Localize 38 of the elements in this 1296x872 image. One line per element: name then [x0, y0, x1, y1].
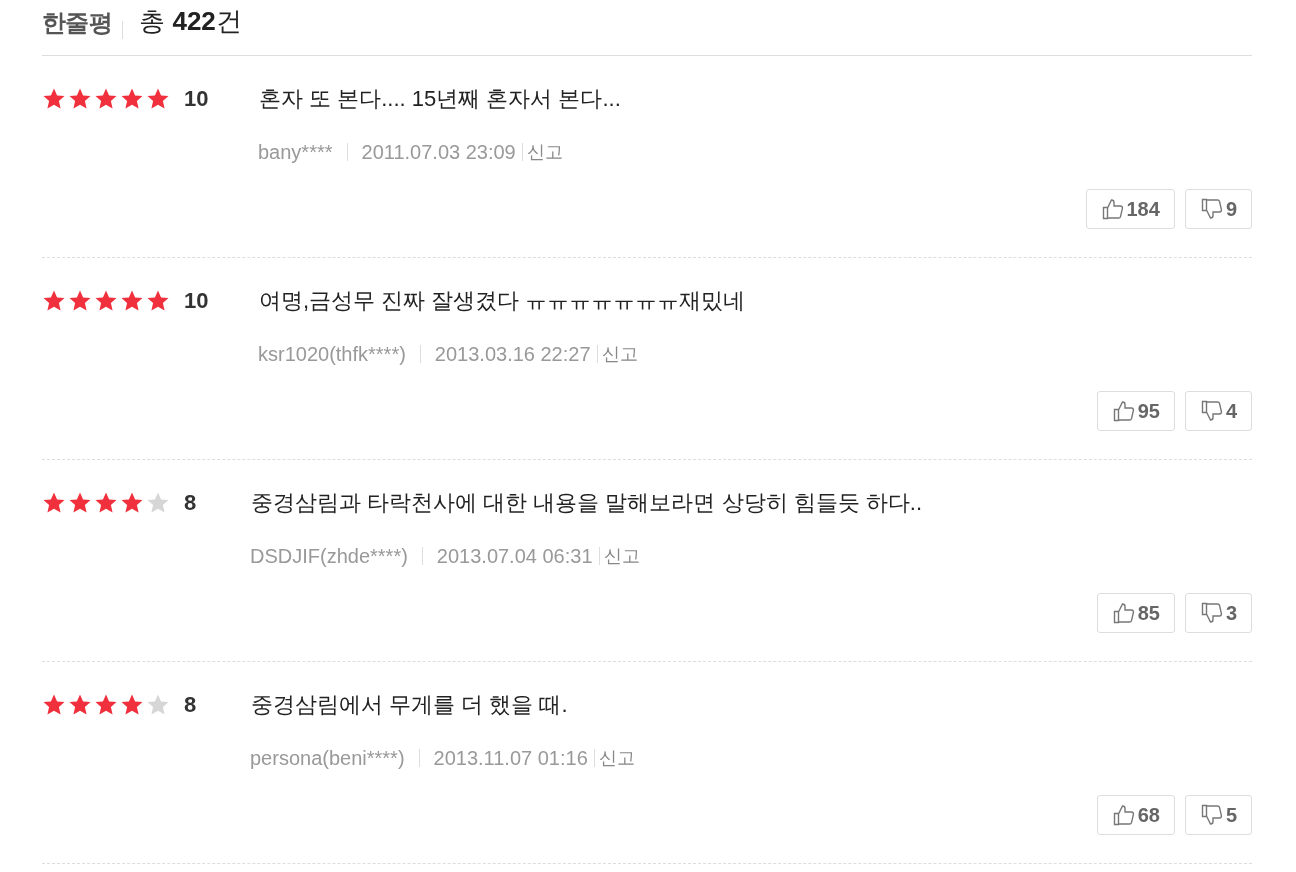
score: 8: [184, 691, 198, 719]
thumbs-up-icon: [1100, 197, 1125, 221]
thumbs-up-icon: [1111, 399, 1136, 423]
thumbs-up-icon: [1111, 601, 1136, 625]
report-link[interactable]: 신고: [598, 744, 635, 772]
report-link[interactable]: 신고: [601, 340, 638, 368]
like-button[interactable]: 85: [1096, 593, 1175, 633]
author-name: bany****: [258, 140, 333, 165]
thumbs-up-icon: [1111, 803, 1136, 827]
review-text: 혼자 또 본다.... 15년째 혼자서 본다...: [259, 85, 621, 113]
section-title: 한줄평: [42, 8, 113, 38]
review-date: 2011.07.03 23:09: [361, 140, 516, 165]
score: 8: [184, 489, 198, 517]
author-name: ksr1020(thfk****): [258, 342, 406, 367]
score: 10: [184, 85, 210, 113]
author-name: DSDJIF(zhde****): [250, 544, 408, 569]
dislike-button[interactable]: 3: [1184, 593, 1252, 633]
dislike-button[interactable]: 4: [1184, 391, 1252, 431]
like-button[interactable]: 95: [1096, 391, 1175, 431]
dislike-button[interactable]: 5: [1184, 795, 1252, 835]
thumbs-down-icon: [1199, 601, 1224, 625]
review-date: 2013.03.16 22:27: [434, 342, 591, 367]
dislike-button[interactable]: 9: [1184, 189, 1252, 229]
like-button[interactable]: 68: [1096, 795, 1175, 835]
review-date: 2013.07.04 06:31: [436, 544, 593, 569]
report-link[interactable]: 신고: [526, 138, 563, 166]
score: 10: [184, 287, 210, 315]
thumbs-down-icon: [1199, 197, 1224, 221]
author-name: persona(beni****): [250, 746, 405, 771]
thumbs-down-icon: [1199, 399, 1224, 423]
review-date: 2013.11.07 01:16: [433, 746, 588, 771]
review-text: 여명,금성무 진짜 잘생겼다 ㅠㅠㅠㅠㅠㅠㅠ재밌네: [259, 287, 746, 315]
review-count: 총 422건: [139, 5, 242, 38]
review-text: 중경삼림과 타락천사에 대한 내용을 말해보라면 상당히 힘들듯 하다..: [251, 489, 922, 517]
review-text: 중경삼림에서 무게를 더 했을 때.: [251, 691, 568, 719]
thumbs-down-icon: [1199, 803, 1224, 827]
report-link[interactable]: 신고: [603, 542, 640, 570]
like-button[interactable]: 184: [1085, 189, 1175, 229]
